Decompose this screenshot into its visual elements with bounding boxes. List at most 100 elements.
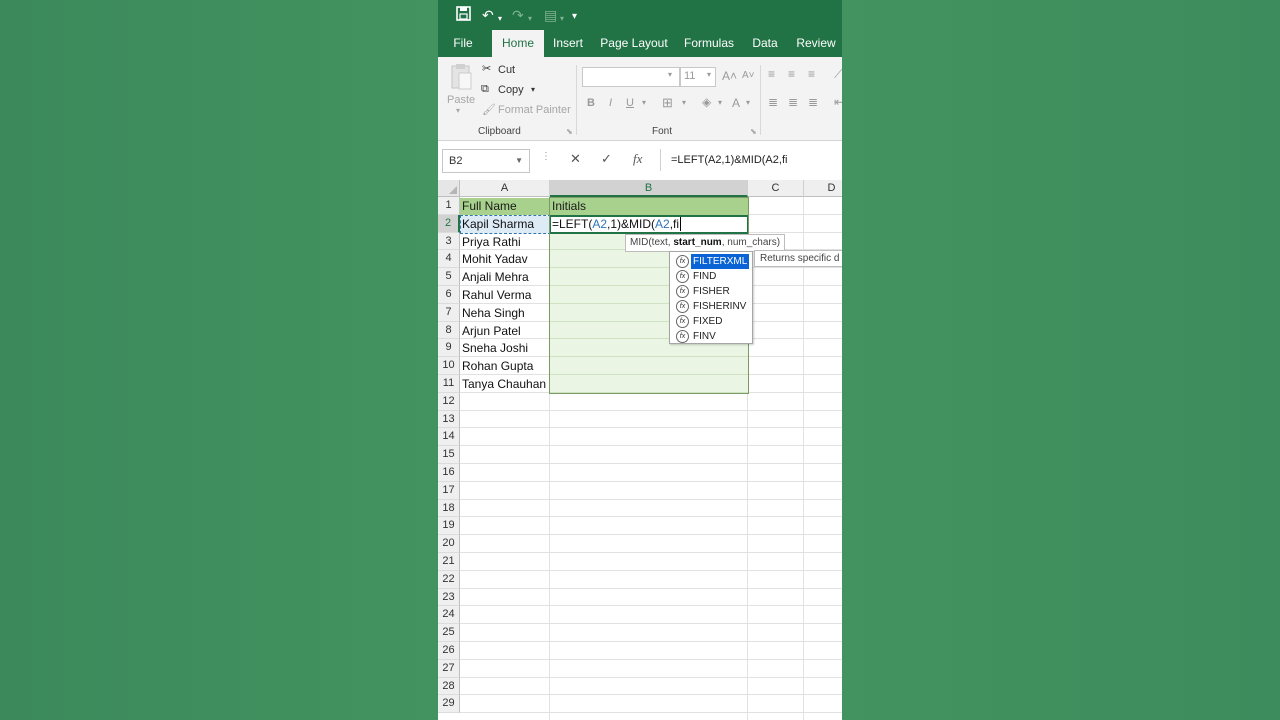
- row-header-28[interactable]: 28: [438, 677, 460, 696]
- cell-a11[interactable]: Tanya Chauhan: [460, 376, 549, 393]
- cell-a4[interactable]: Mohit Yadav: [460, 251, 549, 268]
- row-header-12[interactable]: 12: [438, 392, 460, 411]
- borders-dropdown-icon[interactable]: ▾: [682, 98, 686, 107]
- cell-a7[interactable]: Neha Singh: [460, 305, 549, 322]
- cell-a1[interactable]: Full Name: [460, 198, 550, 215]
- fill-color-icon[interactable]: ◈: [702, 95, 711, 109]
- row-header-23[interactable]: 23: [438, 588, 460, 607]
- save-icon[interactable]: [456, 6, 471, 25]
- undo-dropdown-icon[interactable]: ▾: [498, 10, 502, 28]
- row-header-2[interactable]: 2: [438, 214, 460, 233]
- autocomplete-item[interactable]: fx FILTERXML: [672, 254, 750, 269]
- row-header-22[interactable]: 22: [438, 570, 460, 589]
- font-size-dropdown-icon[interactable]: ▾: [707, 70, 711, 79]
- borders-icon[interactable]: ⊞: [662, 95, 673, 111]
- copy-button[interactable]: Copy: [498, 84, 524, 96]
- align-center-icon[interactable]: ≣: [788, 95, 798, 109]
- clipboard-launcher-icon[interactable]: ⬊: [566, 127, 573, 136]
- bold-button[interactable]: B: [587, 97, 595, 109]
- tab-file[interactable]: File: [448, 30, 478, 57]
- row-header-6[interactable]: 6: [438, 286, 460, 304]
- tab-home[interactable]: Home: [492, 30, 544, 57]
- column-header-c[interactable]: C: [748, 180, 804, 197]
- row-header-3[interactable]: 3: [438, 232, 460, 251]
- increase-font-icon[interactable]: A˄: [722, 69, 737, 83]
- insert-function-button[interactable]: fx: [633, 151, 642, 167]
- row-header-11[interactable]: 11: [438, 375, 460, 393]
- align-right-icon[interactable]: ≣: [808, 95, 818, 109]
- row-header-21[interactable]: 21: [438, 553, 460, 571]
- cell-a5[interactable]: Anjali Mehra: [460, 269, 549, 286]
- function-icon: fx: [676, 300, 689, 313]
- column-header-d[interactable]: D: [804, 180, 842, 197]
- row-header-20[interactable]: 20: [438, 535, 460, 553]
- row-header-19[interactable]: 19: [438, 517, 460, 536]
- enter-entry-button[interactable]: ✓: [601, 151, 612, 167]
- tab-data[interactable]: Data: [750, 30, 780, 57]
- font-color-icon[interactable]: A: [732, 96, 740, 110]
- align-left-icon[interactable]: ≣: [768, 95, 778, 109]
- row-header-26[interactable]: 26: [438, 642, 460, 660]
- row-header-27[interactable]: 27: [438, 659, 460, 678]
- autocomplete-item[interactable]: fx FISHERINV: [672, 299, 750, 314]
- underline-button[interactable]: U: [626, 97, 634, 109]
- align-middle-icon[interactable]: ≡: [788, 67, 795, 81]
- cancel-entry-button[interactable]: ✕: [570, 151, 581, 167]
- font-launcher-icon[interactable]: ⬊: [750, 127, 757, 136]
- cell-a10[interactable]: Rohan Gupta: [460, 358, 549, 375]
- tab-formulas[interactable]: Formulas: [682, 30, 736, 57]
- orientation-icon[interactable]: ⟋: [834, 67, 842, 82]
- underline-dropdown-icon[interactable]: ▾: [642, 98, 646, 107]
- cut-button[interactable]: Cut: [498, 64, 515, 76]
- row-header-24[interactable]: 24: [438, 606, 460, 625]
- cell-a3[interactable]: Priya Rathi: [460, 234, 549, 251]
- row-header-7[interactable]: 7: [438, 303, 460, 322]
- align-top-icon[interactable]: ≡: [768, 67, 775, 81]
- row-header-13[interactable]: 13: [438, 410, 460, 429]
- tab-review[interactable]: Review: [794, 30, 838, 57]
- cell-a9[interactable]: Sneha Joshi: [460, 340, 549, 357]
- row-header-9[interactable]: 9: [438, 339, 460, 358]
- row-header-1[interactable]: 1: [438, 197, 460, 215]
- name-box-dropdown-icon[interactable]: ▼: [515, 150, 523, 172]
- decrease-indent-icon[interactable]: ⇤: [834, 95, 842, 109]
- select-all-button[interactable]: [438, 180, 460, 197]
- cell-b10[interactable]: [550, 357, 748, 375]
- font-color-dropdown-icon[interactable]: ▾: [746, 98, 750, 107]
- font-name-box[interactable]: [582, 67, 680, 87]
- autocomplete-item[interactable]: fx FISHER: [672, 284, 750, 299]
- copy-dropdown-icon[interactable]: ▾: [531, 85, 535, 94]
- row-header-5[interactable]: 5: [438, 268, 460, 286]
- row-header-8[interactable]: 8: [438, 321, 460, 340]
- cell-b11[interactable]: [550, 375, 748, 393]
- row-header-15[interactable]: 15: [438, 446, 460, 464]
- row-header-29[interactable]: 29: [438, 695, 460, 714]
- cell-b1[interactable]: Initials: [550, 198, 748, 215]
- row-header-14[interactable]: 14: [438, 428, 460, 447]
- row-header-17[interactable]: 17: [438, 481, 460, 500]
- undo-icon[interactable]: ↶: [482, 6, 494, 24]
- tab-page-layout[interactable]: Page Layout: [598, 30, 670, 57]
- row-header-25[interactable]: 25: [438, 624, 460, 642]
- row-header-16[interactable]: 16: [438, 464, 460, 482]
- customize-toolbar-icon[interactable]: ▾: [572, 8, 577, 26]
- fill-color-dropdown-icon[interactable]: ▾: [718, 98, 722, 107]
- cell-b2-editor[interactable]: =LEFT(A2,1)&MID(A2,fi: [549, 215, 749, 234]
- cell-a8[interactable]: Arjun Patel: [460, 323, 549, 340]
- italic-button[interactable]: I: [609, 97, 612, 109]
- column-header-b[interactable]: B: [550, 180, 748, 197]
- formula-input[interactable]: =LEFT(A2,1)&MID(A2,fi: [660, 149, 842, 171]
- autocomplete-item[interactable]: fx FIND: [672, 269, 750, 284]
- row-header-10[interactable]: 10: [438, 357, 460, 375]
- tab-insert[interactable]: Insert: [550, 30, 586, 57]
- autocomplete-item[interactable]: fx FIXED: [672, 314, 750, 329]
- name-box[interactable]: B2 ▼: [442, 149, 530, 173]
- column-header-a[interactable]: A: [460, 180, 550, 197]
- row-header-18[interactable]: 18: [438, 499, 460, 518]
- cell-a6[interactable]: Rahul Verma: [460, 287, 549, 304]
- autocomplete-item[interactable]: fx FINV: [672, 329, 750, 344]
- decrease-font-icon[interactable]: A˅: [742, 70, 755, 81]
- align-bottom-icon[interactable]: ≡: [808, 67, 815, 81]
- row-header-4[interactable]: 4: [438, 250, 460, 269]
- font-name-dropdown-icon[interactable]: ▾: [668, 70, 672, 79]
